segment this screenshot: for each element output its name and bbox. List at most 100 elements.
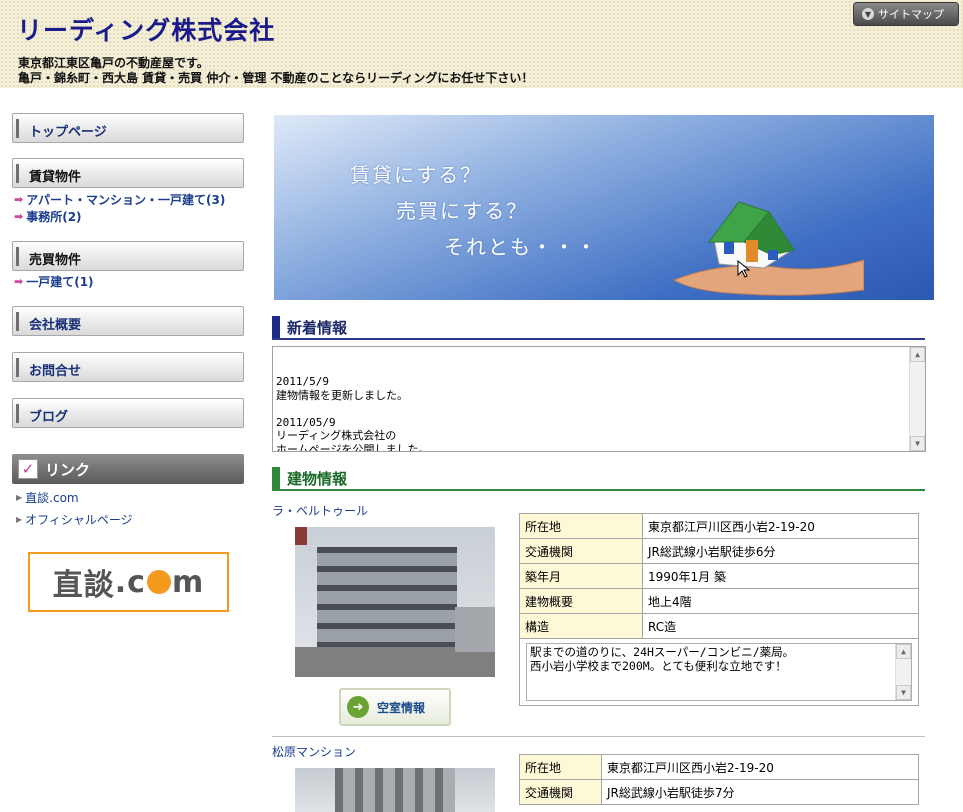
checkmark-icon: ✓ bbox=[18, 459, 38, 479]
nav-top-page[interactable]: トップページ bbox=[12, 113, 244, 143]
arrow-right-icon: ➡ bbox=[14, 193, 24, 206]
nav-sale[interactable]: 売買物件 bbox=[12, 241, 244, 271]
rental-link-office-label: 事務所(2) bbox=[26, 210, 82, 224]
rental-link-office[interactable]: ➡ 事務所(2) bbox=[14, 208, 82, 225]
table-key: 建物概要 bbox=[519, 588, 643, 614]
nav-company[interactable]: 会社概要 bbox=[12, 306, 244, 336]
mouse-cursor-icon bbox=[737, 260, 751, 278]
buildings-heading: 建物情報 bbox=[272, 465, 925, 491]
scroll-down-icon[interactable]: ▼ bbox=[910, 436, 925, 451]
buildings-heading-bar bbox=[272, 467, 280, 489]
arrow-right-icon: ➜ bbox=[347, 696, 369, 718]
news-scrollbar[interactable]: ▲ ▼ bbox=[909, 347, 925, 451]
table-key: 所在地 bbox=[519, 513, 643, 539]
jikidan-text-right: m bbox=[171, 564, 205, 600]
property-1-photo[interactable] bbox=[295, 527, 495, 677]
link-jikidan[interactable]: ▶ 直談.com bbox=[16, 489, 79, 506]
property-1-name[interactable]: ラ・ベルトゥール bbox=[272, 502, 368, 519]
banner-line-1: 賃貸にする？ bbox=[350, 163, 483, 187]
table-row: 建物概要 地上4階 bbox=[519, 588, 919, 614]
tagline-line-2: 亀戸・錦糸町・西大島 賃貸・売買 仲介・管理 不動産のことならリーディングにお任… bbox=[18, 71, 534, 85]
table-key: 構造 bbox=[519, 613, 643, 639]
building-facade bbox=[317, 547, 457, 657]
nav-contact[interactable]: お問合せ bbox=[12, 352, 244, 382]
vacancy-label: 空室情報 bbox=[377, 700, 426, 715]
building-facade bbox=[335, 768, 455, 812]
property-2-photo[interactable] bbox=[295, 768, 495, 812]
nav-rental-label: 賃貸物件 bbox=[29, 170, 82, 185]
site-header: リーディング株式会社 東京都江東区亀戸の不動産屋です。 亀戸・錦糸町・西大島 賃… bbox=[0, 0, 963, 88]
nav-top-page-label: トップページ bbox=[29, 125, 107, 140]
hand-house-illustration bbox=[672, 201, 864, 296]
table-key: 所在地 bbox=[519, 754, 602, 780]
rental-link-apartment[interactable]: ➡ アパート・マンション・一戸建て(3) bbox=[14, 191, 225, 208]
sitemap-label: サイトマップ bbox=[878, 8, 944, 21]
scroll-up-icon[interactable]: ▲ bbox=[896, 644, 911, 659]
rental-link-apartment-label: アパート・マンション・一戸建て(3) bbox=[26, 193, 226, 207]
link-official[interactable]: ▶ オフィシャルページ bbox=[16, 511, 133, 528]
property-1-description[interactable]: 駅までの道のりに、24Hスーパー/コンビニ/薬局。 西小岩小学校まで200M。と… bbox=[526, 643, 912, 701]
jikidan-banner[interactable]: 直談 .c m bbox=[28, 552, 229, 612]
table-row: 築年月 1990年1月 築 bbox=[519, 563, 919, 589]
news-text: 2011/5/9 建物情報を更新しました。 2011/05/9 リーディング株式… bbox=[276, 375, 430, 452]
scroll-down-icon[interactable]: ▼ bbox=[896, 685, 911, 700]
links-heading: ✓ リンク bbox=[12, 454, 244, 484]
orange-circle-icon bbox=[146, 570, 171, 594]
link-jikidan-label: 直談.com bbox=[25, 491, 79, 505]
jikidan-dot: .c bbox=[114, 564, 146, 600]
tagline-line-1: 東京都江東区亀戸の不動産屋です。 bbox=[18, 56, 209, 70]
news-heading-bar bbox=[272, 316, 280, 338]
table-row: 構造 RC造 bbox=[519, 613, 919, 639]
table-value: 1990年1月 築 bbox=[642, 563, 919, 589]
links-heading-label: リンク bbox=[45, 461, 91, 479]
banner-line-3: それとも・・・ bbox=[444, 235, 598, 259]
table-key: 築年月 bbox=[519, 563, 643, 589]
property-1-description-box: 駅までの道のりに、24Hスーパー/コンビニ/薬局。 西小岩小学校まで200M。と… bbox=[519, 638, 919, 706]
chevron-down-icon: ▼ bbox=[862, 8, 874, 20]
table-row: 交通機関 JR総武線小岩駅徒歩7分 bbox=[519, 779, 919, 805]
table-value: 東京都江戸川区西小岩2-19-20 bbox=[601, 754, 919, 780]
nav-blog[interactable]: ブログ bbox=[12, 398, 244, 428]
table-value: 地上4階 bbox=[642, 588, 919, 614]
site-title[interactable]: リーディング株式会社 bbox=[17, 11, 275, 47]
table-row: 交通機関 JR総武線小岩駅徒歩6分 bbox=[519, 538, 919, 564]
property-2-table: 所在地 東京都江戸川区西小岩2-19-20 交通機関 JR総武線小岩駅徒歩7分 bbox=[519, 754, 919, 805]
triangle-right-icon: ▶ bbox=[16, 515, 23, 524]
jikidan-text-left: 直談 bbox=[52, 568, 115, 603]
arrow-right-icon: ➡ bbox=[14, 275, 24, 288]
nav-blog-label: ブログ bbox=[29, 410, 69, 425]
property-1-table: 所在地 東京都江戸川区西小岩2-19-20 交通機関 JR総武線小岩駅徒歩6分 築年… bbox=[519, 513, 919, 639]
table-value: JR総武線小岩駅徒歩7分 bbox=[601, 779, 919, 805]
hero-banner: 賃貸にする？ 売買にする？ それとも・・・ bbox=[274, 115, 934, 300]
news-heading-label: 新着情報 bbox=[287, 319, 348, 337]
table-row: 所在地 東京都江戸川区西小岩2-19-20 bbox=[519, 513, 919, 539]
vacancy-button[interactable]: ➜ 空室情報 bbox=[339, 688, 451, 726]
banner-line-2: 売買にする？ bbox=[396, 199, 529, 223]
sitemap-button[interactable]: ▼ サイトマップ bbox=[853, 2, 959, 26]
description-text: 駅までの道のりに、24Hスーパー/コンビニ/薬局。 西小岩小学校まで200M。と… bbox=[530, 645, 795, 673]
link-official-label: オフィシャルページ bbox=[25, 513, 133, 527]
table-row: 所在地 東京都江戸川区西小岩2-19-20 bbox=[519, 754, 919, 780]
nav-rental[interactable]: 賃貸物件 bbox=[12, 158, 244, 188]
property-2-name[interactable]: 松原マンション bbox=[272, 743, 356, 760]
property-divider bbox=[272, 736, 925, 737]
corner-sign bbox=[295, 527, 307, 545]
tagline: 東京都江東区亀戸の不動産屋です。 亀戸・錦糸町・西大島 賃貸・売買 仲介・管理 … bbox=[18, 56, 533, 86]
buildings-heading-label: 建物情報 bbox=[287, 470, 348, 488]
arrow-right-icon: ➡ bbox=[14, 210, 24, 223]
nav-company-label: 会社概要 bbox=[29, 318, 82, 333]
table-key: 交通機関 bbox=[519, 538, 643, 564]
table-value: RC造 bbox=[642, 613, 919, 639]
nav-contact-label: お問合せ bbox=[29, 364, 82, 379]
table-value: JR総武線小岩駅徒歩6分 bbox=[642, 538, 919, 564]
triangle-right-icon: ▶ bbox=[16, 493, 23, 502]
table-value: 東京都江戸川区西小岩2-19-20 bbox=[642, 513, 919, 539]
sale-link-house-label: 一戸建て(1) bbox=[26, 275, 94, 289]
description-scrollbar[interactable]: ▲ ▼ bbox=[895, 644, 911, 700]
nav-sale-label: 売買物件 bbox=[29, 253, 82, 268]
news-textarea[interactable]: 2011/5/9 建物情報を更新しました。 2011/05/9 リーディング株式… bbox=[272, 346, 926, 452]
news-heading: 新着情報 bbox=[272, 314, 925, 340]
table-key: 交通機関 bbox=[519, 779, 602, 805]
scroll-up-icon[interactable]: ▲ bbox=[910, 347, 925, 362]
sale-link-house[interactable]: ➡ 一戸建て(1) bbox=[14, 273, 94, 290]
